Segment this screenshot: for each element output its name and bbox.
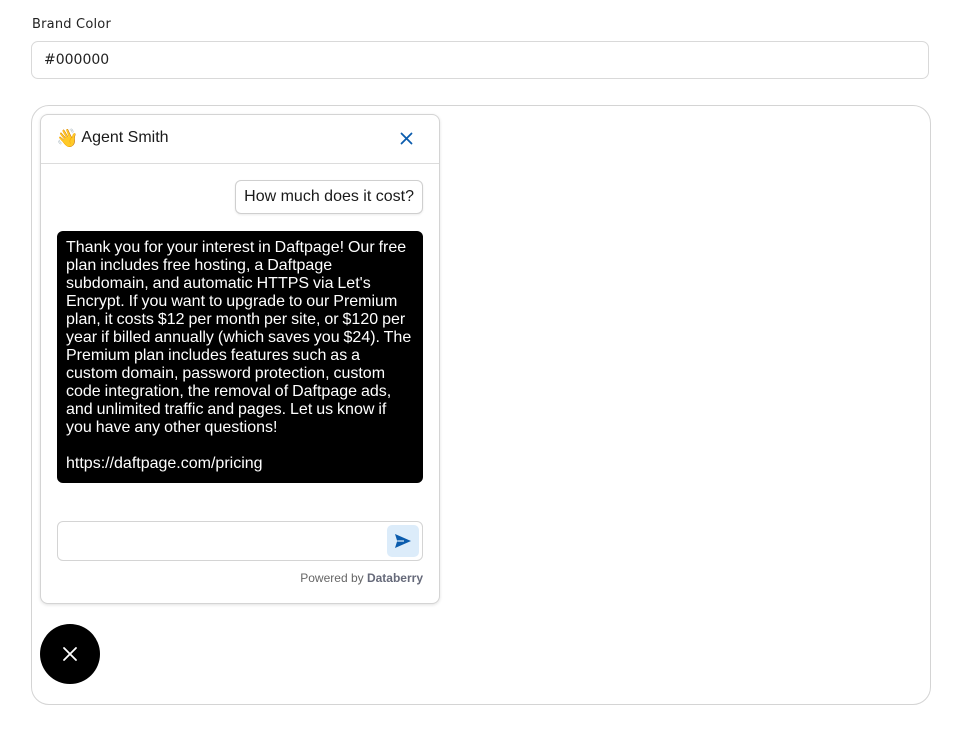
close-icon [63,647,77,661]
chat-header: 👋 Agent Smith [41,115,439,164]
chat-input[interactable] [58,522,378,560]
agent-name: Agent Smith [81,129,169,146]
close-icon[interactable] [397,129,417,149]
send-button[interactable] [387,525,419,557]
wave-icon: 👋 [56,128,79,148]
agent-message-link[interactable]: https://daftpage.com/pricing [66,455,414,473]
chat-title: 👋 Agent Smith [56,128,169,148]
powered-by-brand[interactable]: Databerry [367,571,423,585]
agent-message: Thank you for your interest in Daftpage!… [57,231,423,483]
brand-color-label: Brand Color [32,17,111,32]
powered-by: Powered by Databerry [300,571,423,585]
chat-input-box [57,521,423,561]
chat-window: 👋 Agent Smith How much does it cost? Tha… [40,114,440,604]
powered-by-prefix: Powered by [300,571,364,585]
agent-message-text: Thank you for your interest in Daftpage!… [66,239,416,436]
launcher-button[interactable] [40,624,100,684]
user-message: How much does it cost? [235,180,423,214]
send-icon [395,534,411,548]
brand-color-input[interactable] [31,41,929,79]
